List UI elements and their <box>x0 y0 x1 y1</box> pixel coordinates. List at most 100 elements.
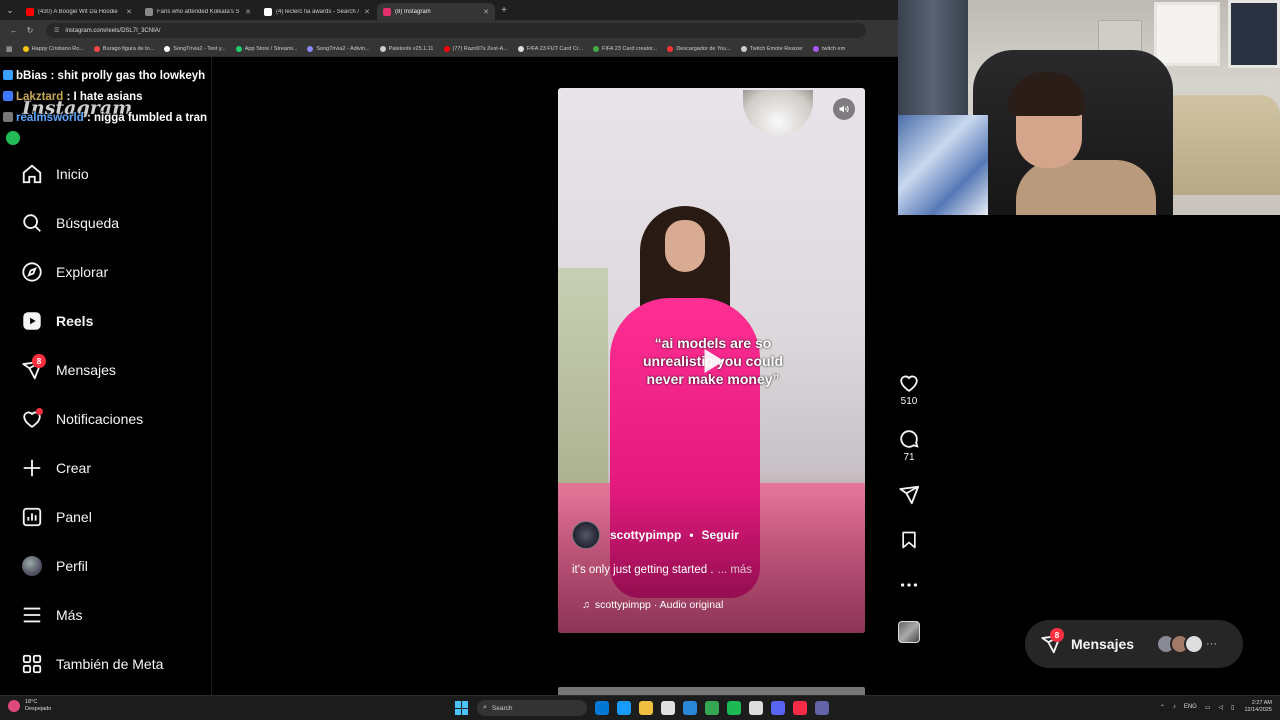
tab-close-icon[interactable]: ✕ <box>126 8 132 16</box>
microphone-icon[interactable]: ♪ <box>1173 704 1176 710</box>
chevron-up-icon[interactable]: ⌃ <box>1160 704 1165 711</box>
sidebar-item-inicio[interactable]: Inicio <box>20 159 89 189</box>
sidebar-item-crear[interactable]: Crear <box>20 453 91 483</box>
sidebar-item-label: Reels <box>56 313 94 329</box>
reel-audio[interactable]: ♫ scottypimpp · Audio original <box>582 599 723 611</box>
audio-thumbnail[interactable] <box>898 621 920 643</box>
chat-text: : I hate asians <box>63 91 143 103</box>
sidebar-item-explorar[interactable]: Explorar <box>20 257 108 287</box>
bookmark-item[interactable]: Twitch Emote Resizer <box>740 45 803 52</box>
webcam-sofa <box>1158 95 1280 195</box>
webcam-person-body <box>1016 160 1156 215</box>
sidebar-item-panel[interactable]: Panel <box>20 502 92 532</box>
menu-icon <box>20 603 44 627</box>
like-button[interactable]: 510 <box>896 372 922 407</box>
share-button[interactable] <box>896 484 922 506</box>
network-icon[interactable]: ▭ <box>1205 704 1211 711</box>
bookmark-item[interactable]: Descargador de You... <box>667 45 731 52</box>
clock[interactable]: 2:27 AM 12/14/2025 <box>1244 700 1272 714</box>
weather-widget[interactable]: 18°C Despejado <box>8 699 51 713</box>
sidebar-item-label: Búsqueda <box>56 215 120 231</box>
chat-username: realmsworld <box>16 112 84 124</box>
sidebar-item-tambien-de-meta[interactable]: También de Meta <box>20 649 163 679</box>
new-tab-button[interactable]: + <box>496 5 512 16</box>
taskbar-app-icon[interactable] <box>771 701 785 715</box>
chat-message: realmsworld : nigga fumbled a tran <box>0 108 210 150</box>
volume-icon[interactable]: ◁ <box>1219 704 1224 711</box>
bookmark-item[interactable]: Happy Cristiano Ro... <box>22 45 84 52</box>
taskbar-app-icon[interactable] <box>727 701 741 715</box>
webcam-framed-jersey <box>1154 2 1220 66</box>
battery-icon[interactable]: ▯ <box>1231 704 1234 711</box>
chat-badge-icon <box>3 91 13 101</box>
back-icon[interactable]: ← <box>6 26 22 35</box>
sidebar-item-mensajes[interactable]: 8 Mensajes <box>20 354 116 385</box>
browser-tab-4[interactable]: (8) Instagram ✕ <box>377 3 495 20</box>
bookmark-item[interactable]: Burago figura de to... <box>93 45 154 52</box>
save-button[interactable] <box>896 529 922 551</box>
site-info-icon[interactable]: ☰ <box>54 27 59 34</box>
address-bar: ← ↻ ☰ instagram.com/reels/DSL7I_3CNIA/ <box>0 20 900 41</box>
mute-button[interactable] <box>833 98 855 120</box>
bookmark-item[interactable]: twitch em <box>812 45 845 52</box>
windows-start-icon[interactable] <box>455 701 469 715</box>
tab-title: (8) Instagram <box>395 8 431 15</box>
taskbar-app-icon[interactable] <box>793 701 807 715</box>
reel-video[interactable]: “ai models are so unrealistic you could … <box>558 88 865 633</box>
sidebar-item-mas[interactable]: Más <box>20 600 82 630</box>
messenger-icon: 8 <box>1039 628 1064 656</box>
bookmark-favicon-icon <box>164 45 171 52</box>
language-indicator[interactable]: ENG <box>1184 704 1197 710</box>
taskbar-app-icon[interactable] <box>639 701 653 715</box>
taskbar-app-icon[interactable] <box>815 701 829 715</box>
taskbar-app-icon[interactable] <box>595 701 609 715</box>
bookmark-favicon-icon <box>93 45 100 52</box>
taskbar-app-icon[interactable] <box>705 701 719 715</box>
reload-icon[interactable]: ↻ <box>22 26 38 35</box>
chat-message: bBias : shit prolly gas tho lowkeyh <box>0 66 210 87</box>
browser-tab-1[interactable]: (430) A Boogie Wit Da Hoodie ✕ <box>20 3 138 20</box>
apps-grid-icon[interactable]: ▦ <box>6 45 13 53</box>
sidebar-item-label: También de Meta <box>56 656 164 672</box>
bookmark-item[interactable]: FIFA 23 FUT Card Cr... <box>517 45 583 52</box>
tab-close-icon[interactable]: ✕ <box>483 8 489 16</box>
bookmark-item[interactable]: Paletools v25.1.11 <box>379 45 434 52</box>
browser-tab-2[interactable]: Fans who attended Kolkata's S ✕ <box>139 3 257 20</box>
sidebar-item-label: Notificaciones <box>56 411 144 427</box>
tab-close-icon[interactable]: ✕ <box>245 8 251 16</box>
taskbar-app-icon[interactable] <box>683 701 697 715</box>
more-link[interactable]: ... más <box>718 564 753 576</box>
sidebar-item-perfil[interactable]: Perfil <box>20 551 88 581</box>
url-field[interactable]: ☰ instagram.com/reels/DSL7I_3CNIA/ <box>46 23 866 38</box>
more-options-button[interactable] <box>896 574 922 596</box>
sidebar-item-notificaciones[interactable]: Notificaciones <box>20 404 143 434</box>
bookmark-item[interactable]: SongTrivia2 - Test y... <box>164 45 226 52</box>
play-icon[interactable] <box>694 343 730 379</box>
more-horizontal-icon: ··· <box>1206 638 1218 650</box>
browser-tab-3[interactable]: (4) leclerc fia awards - Search / ✕ <box>258 3 376 20</box>
author-username[interactable]: scottypimpp <box>610 528 681 542</box>
bookmark-item[interactable]: FIFA 23 Card creator... <box>592 45 657 52</box>
sidebar-item-busqueda[interactable]: Búsqueda <box>20 208 119 238</box>
separator-dot: • <box>689 528 694 542</box>
sidebar-item-reels[interactable]: Reels <box>20 306 93 336</box>
taskbar-app-icon[interactable] <box>617 701 631 715</box>
bookmark-item[interactable]: App Store / Streami... <box>235 45 298 52</box>
avatar <box>1184 634 1205 654</box>
taskbar-app-icon[interactable] <box>661 701 675 715</box>
taskbar-search[interactable]: ⌕ Search <box>477 700 587 716</box>
tab-search-icon[interactable]: ⌄ <box>0 0 20 20</box>
comment-button[interactable]: 71 <box>896 428 922 463</box>
next-reel-preview[interactable] <box>558 687 865 695</box>
chat-text: : nigga fumbled a tran <box>83 112 208 124</box>
bookmark-item[interactable]: SongTrivia2 - Adivin... <box>307 45 370 52</box>
comment-count: 71 <box>903 452 915 463</box>
messages-floating-button[interactable]: 8 Mensajes ··· <box>1025 620 1243 668</box>
author-avatar[interactable] <box>572 521 600 549</box>
bookmark-label: App Store / Streami... <box>244 45 298 52</box>
tab-close-icon[interactable]: ✕ <box>364 8 370 16</box>
follow-button[interactable]: Seguir <box>702 528 739 542</box>
taskbar-app-icon[interactable] <box>749 701 763 715</box>
bookmark-item[interactable]: (77) Razo97s Zest-A... <box>443 45 508 52</box>
bookmark-label: Twitch Emote Resizer <box>749 45 803 52</box>
